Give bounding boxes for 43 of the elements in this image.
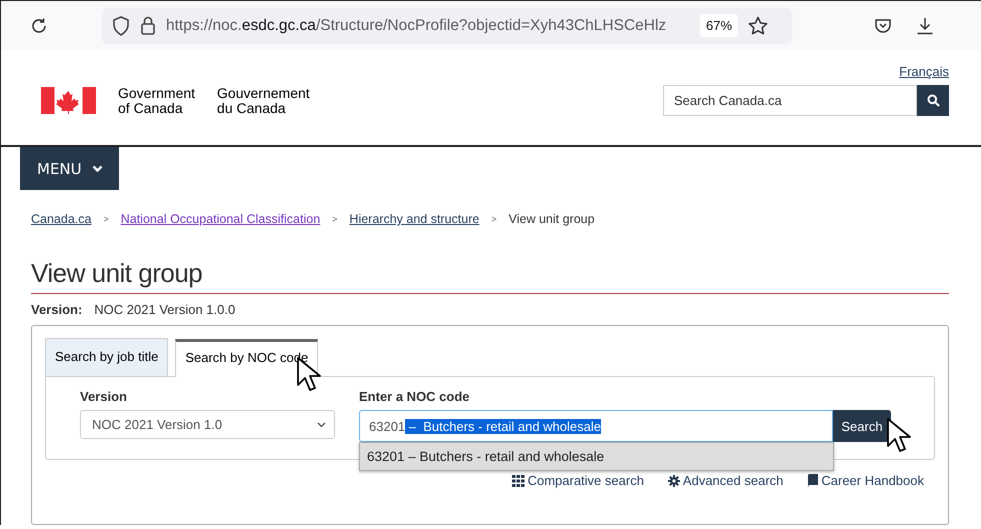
field-label: Enter a NOC code	[359, 389, 471, 404]
link[interactable]: Advanced search	[668, 473, 784, 488]
breadcrumb-link[interactable]: Canada.ca	[31, 212, 92, 226]
breadcrumb-current: View unit group	[508, 212, 595, 226]
version-dropdown[interactable]: NOC 2021 Version 1.0	[80, 410, 335, 439]
breadcrumb-link[interactable]: National Occupational Classification	[120, 212, 320, 226]
search-button[interactable]: Search	[833, 410, 891, 442]
version-value: NOC 2021 Version 1.0.0	[94, 302, 236, 317]
download-icon[interactable]	[916, 16, 934, 34]
grid-icon	[512, 474, 525, 486]
search-button[interactable]	[917, 85, 949, 116]
version-label: Version:	[31, 302, 82, 317]
reload-icon[interactable]	[30, 16, 48, 34]
search-field[interactable]: Search Canada.ca	[663, 85, 917, 116]
link[interactable]: Career Handbook	[807, 473, 924, 488]
government-signature-text: Gouvernement	[217, 86, 310, 100]
link[interactable]: Comparative search	[512, 473, 644, 488]
government-signature-text: du Canada	[217, 100, 287, 116]
language-link[interactable]: Français	[899, 64, 949, 79]
breadcrumb-separator: >	[491, 214, 497, 224]
zoom-level-button[interactable]: 67%	[700, 14, 738, 37]
url-text: https://noc.esdc.gc.ca/Structure/NocProfile?objectid=Xyh43ChLHSCeHlz	[166, 16, 668, 34]
field-label: Version	[80, 389, 128, 404]
chevron-down-icon	[92, 164, 103, 172]
chevron-down-icon	[317, 422, 326, 428]
breadcrumb-link[interactable]: Hierarchy and structure	[349, 212, 480, 226]
government-signature-text: Government	[118, 86, 196, 100]
breadcrumb-separator: >	[103, 214, 109, 224]
menu-button[interactable]: MENU	[20, 147, 119, 190]
pocket-icon[interactable]	[874, 16, 892, 34]
star-icon[interactable]	[748, 16, 768, 36]
suggestion-item[interactable]: 63201 – Butchers - retail and wholesale	[360, 443, 833, 470]
tab[interactable]: Search by job title	[45, 338, 168, 376]
search-icon	[926, 94, 940, 107]
breadcrumb-separator: >	[332, 214, 338, 224]
gear-icon	[668, 474, 680, 486]
padlock-icon	[140, 16, 156, 36]
canada-flag-icon	[41, 87, 96, 114]
address-bar[interactable]: https://noc.esdc.gc.ca/Structure/NocProfile?objectid=Xyh43ChLHSCeHlz 67%	[102, 8, 792, 44]
page-title: View unit group	[31, 258, 949, 294]
government-signature-text: of Canada	[118, 100, 184, 116]
shield-icon[interactable]	[112, 16, 130, 36]
book-icon	[807, 474, 818, 487]
